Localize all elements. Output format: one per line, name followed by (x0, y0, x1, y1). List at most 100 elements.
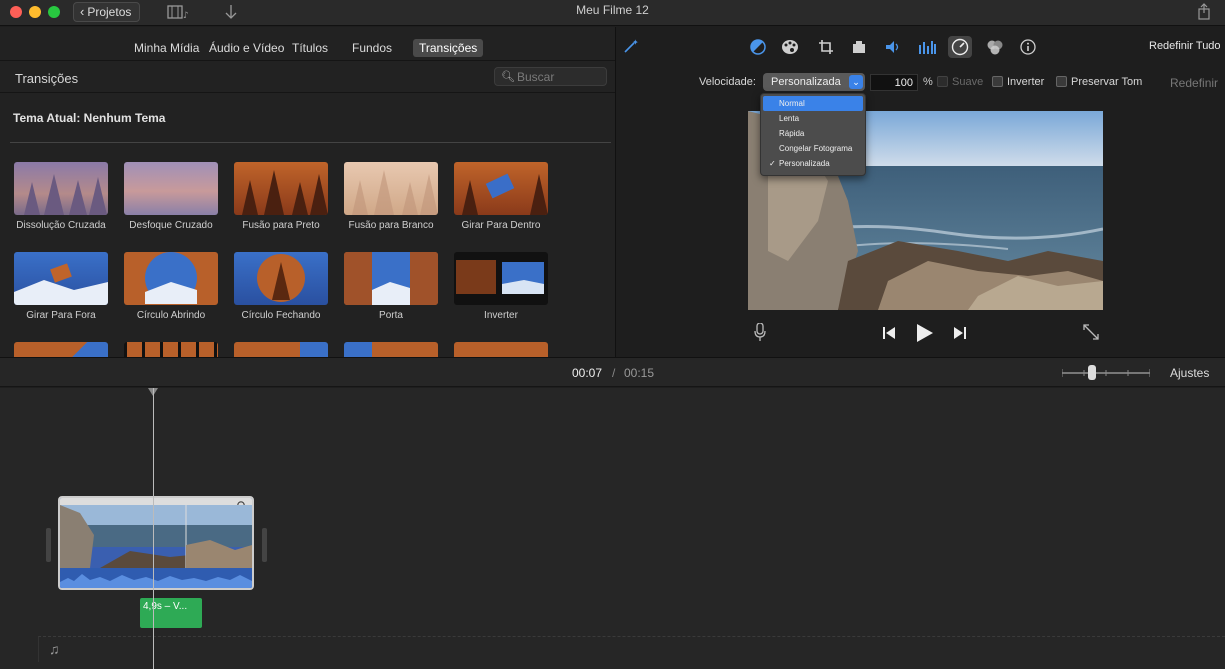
speed-dropdown-menu: Normal Lenta Rápida Congelar Fotograma ✓… (760, 93, 866, 176)
search-input[interactable] (517, 69, 603, 84)
zoom-slider-track[interactable] (1062, 369, 1150, 377)
tab-my-media[interactable]: Minha Mídia (128, 39, 205, 57)
transition-name: Desfoque Cruzado (129, 220, 213, 231)
current-time: 00:07 (572, 366, 603, 380)
audio-clip[interactable]: 4,9s – V... (140, 598, 202, 628)
speed-select-value: Personalizada (771, 76, 841, 88)
transition-thumb[interactable]: Girar Para Fora (11, 252, 121, 332)
transition-thumb[interactable]: Inverter (451, 252, 561, 332)
tab-audio-video[interactable]: Áudio e Vídeo (203, 39, 290, 57)
transition-preview-image (344, 342, 438, 357)
transition-thumb[interactable] (451, 342, 561, 357)
fullscreen-icon[interactable] (1082, 323, 1100, 344)
clip-header-bar (60, 498, 252, 505)
browser-header: Transições 🔍︎ (0, 62, 615, 93)
transition-name: Dissolução Cruzada (16, 220, 106, 231)
speed-percent-input[interactable] (870, 74, 918, 91)
preserve-pitch-checkbox[interactable] (1056, 76, 1067, 87)
zoom-slider-handle[interactable] (1088, 365, 1096, 380)
play-icon[interactable] (916, 323, 934, 346)
checkmark-icon: ✓ (769, 159, 776, 168)
window-title: Meu Filme 12 (576, 3, 649, 17)
skip-back-icon[interactable] (882, 326, 896, 343)
smooth-label: Suave (952, 76, 984, 88)
adjustments-button[interactable]: Ajustes (1170, 366, 1209, 380)
crop-icon[interactable] (816, 37, 836, 57)
speed-option-slow[interactable]: Lenta (763, 111, 863, 126)
transition-preview-image (14, 252, 108, 305)
current-theme-label: Tema Atual: Nenhum Tema (13, 111, 166, 125)
music-track[interactable]: ♫ (38, 636, 1225, 662)
transition-thumb[interactable]: Desfoque Cruzado (121, 162, 231, 242)
clip-filter-icon[interactable] (985, 37, 1005, 57)
transition-preview-image (344, 162, 438, 215)
speed-option-label: Congelar Fotograma (779, 144, 853, 153)
transition-preview-image (454, 252, 548, 305)
clip-trim-handle-left[interactable] (46, 528, 51, 562)
reverse-label: Inverter (1007, 76, 1045, 88)
playhead[interactable] (153, 388, 154, 669)
percent-sign: % (923, 76, 933, 88)
skip-forward-icon[interactable] (953, 326, 967, 343)
reverse-checkbox[interactable] (992, 76, 1003, 87)
transition-thumb[interactable] (11, 342, 121, 357)
speed-option-label: Personalizada (779, 159, 830, 168)
transition-name: Fusão para Preto (242, 220, 320, 231)
transition-thumb[interactable] (231, 342, 341, 357)
transition-thumb[interactable]: Fusão para Branco (341, 162, 451, 242)
speed-option-label: Rápida (779, 129, 805, 138)
reset-all-button[interactable]: Redefinir Tudo (1149, 40, 1221, 52)
time-separator: / (612, 366, 616, 380)
color-balance-icon[interactable] (748, 37, 768, 57)
smooth-checkbox[interactable] (937, 76, 948, 87)
search-field[interactable]: 🔍︎ (494, 67, 607, 86)
stabilization-camera-icon[interactable] (849, 37, 869, 57)
speed-option-label: Normal (779, 99, 805, 108)
timeline[interactable]: 4,9s – V... ♫ (0, 388, 1225, 669)
info-icon[interactable] (1018, 37, 1038, 57)
microphone-icon[interactable] (754, 322, 766, 344)
transition-thumb[interactable]: Porta (341, 252, 451, 332)
speed-option-fast[interactable]: Rápida (763, 126, 863, 141)
transition-name: Círculo Abrindo (136, 310, 206, 321)
transition-preview-image (454, 162, 548, 215)
video-clip[interactable] (58, 496, 254, 590)
transition-preview-image (234, 342, 328, 357)
transition-name: Porta (379, 310, 403, 321)
viewer-panel: ✦ Redefinir Tudo Velocidade: Personaliza… (617, 27, 1225, 357)
transition-name: Inverter (484, 310, 518, 321)
speed-option-freeze[interactable]: Congelar Fotograma (763, 141, 863, 156)
speed-label: Velocidade: (699, 76, 756, 88)
clip-thumbnail (60, 505, 252, 568)
transition-thumb[interactable] (121, 342, 231, 357)
transition-preview-image (124, 342, 218, 357)
transition-preview-image (344, 252, 438, 305)
equalizer-icon[interactable] (917, 37, 937, 57)
speed-option-normal[interactable]: Normal (763, 96, 863, 111)
volume-icon[interactable] (883, 37, 903, 57)
color-palette-icon[interactable] (780, 37, 800, 57)
transition-thumb[interactable] (341, 342, 451, 357)
tab-backgrounds[interactable]: Fundos (346, 39, 398, 57)
transition-name: Círculo Fechando (241, 310, 321, 321)
transition-preview-image (14, 342, 108, 357)
tab-transitions[interactable]: Transições (413, 39, 484, 57)
audio-clip-label: 4,9s – V... (143, 601, 188, 612)
transition-thumb[interactable]: Círculo Fechando (231, 252, 341, 332)
transition-thumb[interactable]: Fusão para Preto (231, 162, 341, 242)
browser-title: Transições (15, 71, 79, 86)
speed-select[interactable]: Personalizada ⌄ (763, 73, 865, 91)
clip-trim-handle-right[interactable] (262, 528, 267, 562)
speed-gauge-icon[interactable] (948, 36, 972, 58)
svg-text:✦: ✦ (632, 38, 639, 47)
transition-preview-image (124, 162, 218, 215)
transition-thumb[interactable]: Círculo Abrindo (121, 252, 231, 332)
transition-thumb[interactable]: Girar Para Dentro (451, 162, 561, 242)
transition-thumb[interactable]: Dissolução Cruzada (11, 162, 121, 242)
magic-wand-icon[interactable]: ✦ (621, 36, 641, 56)
speed-option-custom[interactable]: ✓ Personalizada (763, 156, 863, 171)
transition-name: Fusão para Branco (348, 220, 434, 231)
tab-titles[interactable]: Títulos (286, 39, 334, 57)
reset-button[interactable]: Redefinir (1170, 76, 1218, 90)
share-icon[interactable] (1197, 3, 1211, 24)
